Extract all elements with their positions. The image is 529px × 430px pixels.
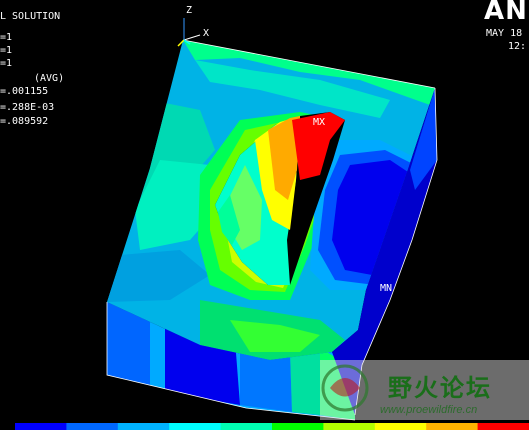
legend-swatch: [15, 423, 67, 430]
triad-z-label: Z: [186, 5, 193, 16]
legend-swatch: [374, 423, 427, 430]
legend-swatch: [426, 423, 479, 430]
legend-swatch: [323, 423, 376, 430]
triad-x-label: X: [203, 28, 210, 39]
max-marker-label: MX: [313, 117, 326, 128]
legend-swatch: [66, 423, 119, 430]
legend-swatch: [220, 423, 273, 430]
watermark-url: www.proewildfire.cn: [380, 404, 478, 416]
watermark-text: 野火论坛: [388, 374, 492, 402]
contour-plot-viewport[interactable]: [0, 0, 529, 430]
legend-swatch: [272, 423, 324, 430]
legend-swatch: [117, 423, 170, 430]
legend-swatch: [477, 423, 529, 430]
legend-bar: [15, 423, 529, 430]
min-marker-label: MN: [380, 283, 393, 294]
legend-swatch: [169, 423, 222, 430]
